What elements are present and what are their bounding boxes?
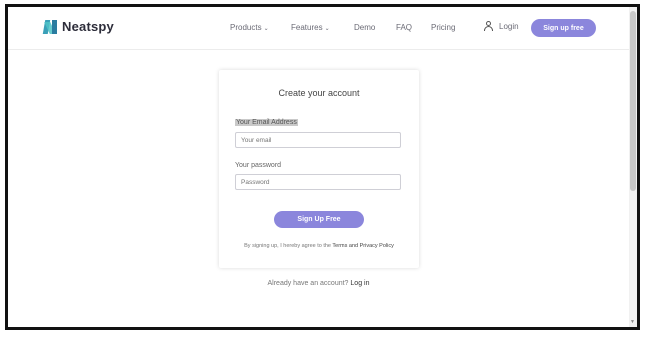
scroll-down-arrow-icon[interactable]: ▼ (630, 319, 635, 325)
site-header: Neatspy Products ⌄ Features ⌄ Demo FAQ Pri… (8, 7, 629, 50)
email-field[interactable] (235, 132, 401, 148)
scrollbar-thumb[interactable] (630, 11, 636, 191)
signup-submit-button[interactable]: Sign Up Free (274, 211, 364, 228)
login-link-bottom[interactable]: Log in (350, 280, 369, 287)
nav-item-faq[interactable]: FAQ (396, 23, 412, 32)
login-label: Login (499, 21, 519, 31)
terms-link[interactable]: Terms and Privacy Policy (332, 243, 393, 249)
brand-logo[interactable]: Neatspy (42, 19, 114, 34)
already-account: Already have an account? Log in (8, 280, 629, 287)
terms-text: By signing up, I hereby agree to the Ter… (233, 242, 405, 251)
user-icon (484, 21, 493, 31)
nav-label: FAQ (396, 23, 413, 32)
chevron-down-icon: ⌄ (263, 26, 269, 32)
browser-frame: Neatspy Products ⌄ Features ⌄ Demo FAQ Pri… (5, 4, 640, 330)
chevron-down-icon: ⌄ (324, 26, 330, 32)
login-link[interactable]: Login (484, 21, 519, 31)
page: Neatspy Products ⌄ Features ⌄ Demo FAQ Pri… (8, 7, 629, 327)
nav-label: Demo (354, 23, 376, 32)
vertical-scrollbar[interactable]: ▼ (629, 7, 637, 327)
terms-prefix: By signing up, I hereby agree to the (244, 243, 331, 249)
card-title: Create your account (278, 88, 360, 98)
neatspy-logo-icon (42, 19, 58, 34)
password-field[interactable] (235, 174, 401, 190)
nav-item-demo[interactable]: Demo (354, 23, 375, 32)
signup-card: Create your account Your Email Address Y… (219, 70, 419, 268)
password-label: Your password (235, 162, 282, 169)
header-signup-button[interactable]: Sign up free (531, 19, 596, 37)
nav-item-pricing[interactable]: Pricing (431, 23, 455, 32)
nav-item-products[interactable]: Products ⌄ (230, 23, 269, 32)
already-text: Already have an account? (267, 280, 349, 287)
nav-label: Products (230, 23, 262, 32)
brand-name: Neatspy (62, 19, 114, 34)
nav-item-features[interactable]: Features ⌄ (291, 23, 330, 32)
nav-label: Features (291, 23, 323, 32)
email-label: Your Email Address (235, 119, 298, 126)
nav-label: Pricing (431, 23, 456, 32)
